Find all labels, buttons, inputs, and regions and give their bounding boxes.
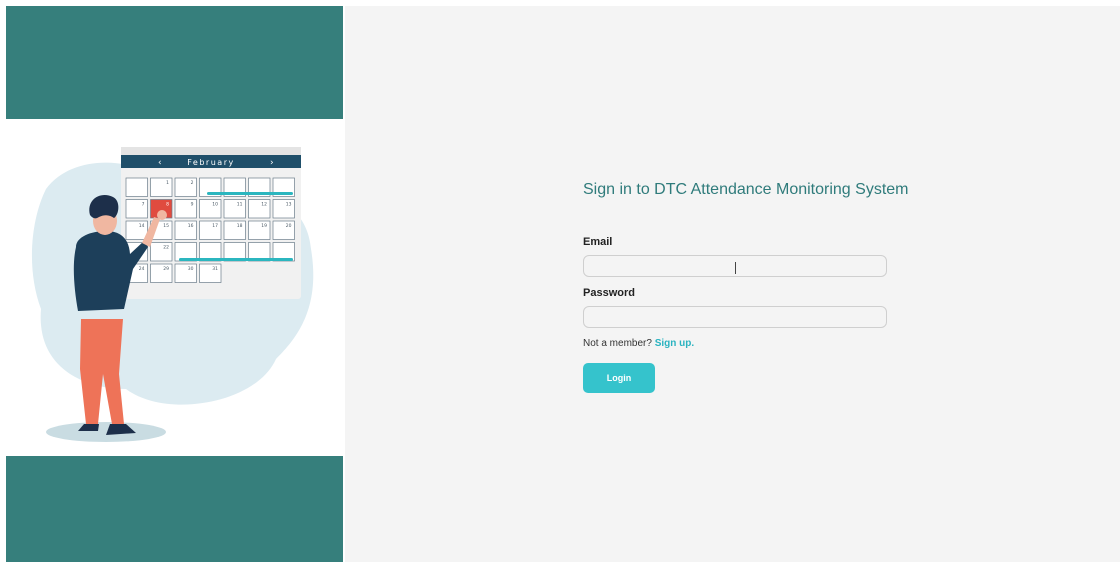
calendar-prev-arrow: ‹ bbox=[158, 158, 162, 168]
calendar-day-number: 17 bbox=[212, 223, 218, 229]
calendar-day-number: 18 bbox=[237, 223, 243, 229]
calendar-day-number: 19 bbox=[261, 223, 267, 229]
calendar-day-number: 2 bbox=[191, 180, 194, 186]
login-panel: Sign in to DTC Attendance Monitoring Sys… bbox=[345, 6, 1120, 562]
floor-shadow bbox=[46, 422, 166, 442]
bottom-teal-band bbox=[6, 456, 343, 562]
calendar-day-number: 16 bbox=[188, 223, 194, 229]
calendar-day-number: 14 bbox=[139, 223, 145, 229]
not-member-text: Not a member? bbox=[583, 338, 652, 349]
signup-row: Not a member? Sign up. bbox=[583, 338, 694, 349]
top-teal-band bbox=[6, 6, 343, 119]
calendar-day-number: 7 bbox=[142, 202, 145, 208]
calendar-day-number: 29 bbox=[163, 266, 169, 272]
calendar-day-number: 12 bbox=[261, 202, 267, 208]
event-bar bbox=[179, 258, 293, 261]
calendar-day-number: 1 bbox=[166, 180, 169, 186]
calendar-day-number: 31 bbox=[212, 266, 218, 272]
text-caret bbox=[735, 262, 736, 274]
password-field[interactable] bbox=[583, 306, 887, 328]
calendar-illustration: ‹ February › 1 27 8 9 10 11 12 1314 15 16 17 18 19 20… bbox=[31, 147, 314, 442]
login-title: Sign in to DTC Attendance Monitoring Sys… bbox=[583, 181, 909, 198]
calendar-board: ‹ February › 1 27 8 9 10 11 12 1314 15 16 17 18 19 20… bbox=[121, 147, 301, 299]
password-label: Password bbox=[583, 287, 635, 299]
calendar-day-number: 20 bbox=[286, 223, 292, 229]
signup-link[interactable]: Sign up. bbox=[655, 338, 694, 349]
left-panel: ‹ February › 1 2 7 8 9 10 11 12 13 14 15 16 17 18 19 20… bbox=[6, 6, 343, 562]
calendar-day-number: 22 bbox=[163, 245, 169, 251]
calendar-day-number: 30 bbox=[188, 266, 194, 272]
calendar-next-arrow: › bbox=[270, 158, 274, 168]
calendar-day-number: 10 bbox=[212, 202, 218, 208]
calendar-day-number: 24 bbox=[139, 266, 145, 272]
calendar-month-label: February bbox=[187, 158, 234, 167]
calendar-day-number: 9 bbox=[191, 202, 194, 208]
calendar-day-number: 13 bbox=[286, 202, 292, 208]
event-bar bbox=[207, 192, 293, 195]
login-button[interactable]: Login bbox=[583, 363, 655, 393]
calendar-day-number: 11 bbox=[237, 202, 243, 208]
email-label: Email bbox=[583, 236, 613, 248]
calendar-day-number: 8 bbox=[166, 202, 169, 208]
calendar-day-number: 15 bbox=[163, 223, 169, 229]
calendar-day-cell bbox=[125, 177, 148, 197]
